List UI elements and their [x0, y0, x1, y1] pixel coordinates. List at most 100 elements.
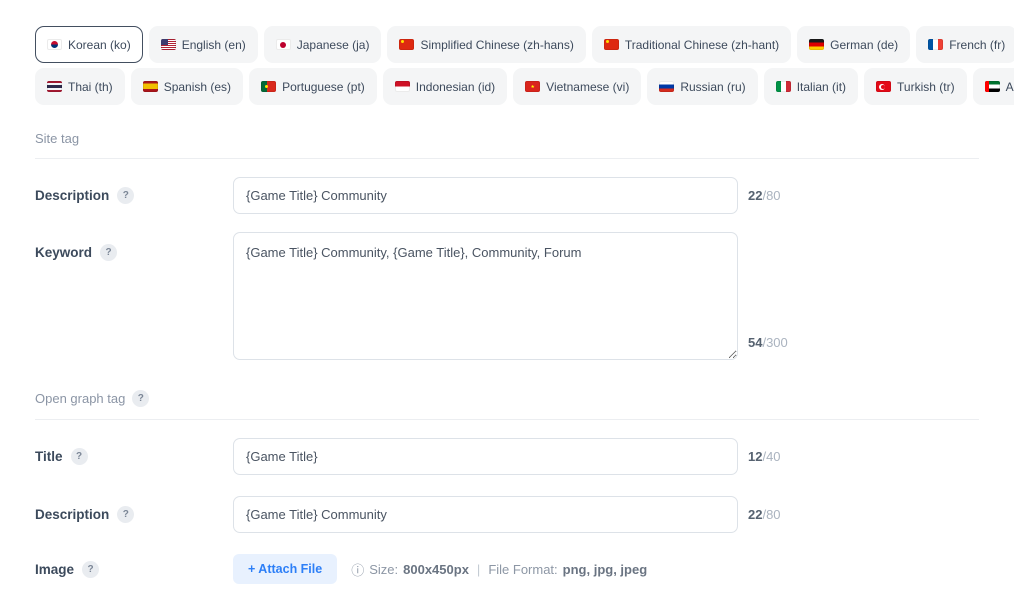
image-format-value: png, jpg, jpeg [563, 562, 648, 577]
flag-indonesia-icon [395, 81, 410, 92]
language-tabs-row-1: Korean (ko) English (en) Japanese (ja) S… [35, 26, 979, 63]
language-pill-label: Portuguese (pt) [282, 80, 365, 94]
section-divider [35, 158, 979, 159]
language-pill-thai[interactable]: Thai (th) [35, 68, 125, 105]
flag-china-icon [399, 39, 414, 50]
char-count-limit: /80 [762, 507, 780, 522]
language-pill-turkish[interactable]: Turkish (tr) [864, 68, 967, 105]
flag-italy-icon [776, 81, 791, 92]
site-description-label: Description [35, 188, 109, 203]
help-icon[interactable]: ? [100, 244, 117, 261]
language-pill-japanese[interactable]: Japanese (ja) [264, 26, 382, 63]
site-description-input[interactable] [233, 177, 738, 214]
site-description-label-group: Description ? [35, 187, 233, 204]
site-keyword-row: Keyword ? {Game Title} Community, {Game … [35, 232, 979, 360]
flag-russia-icon [659, 81, 674, 92]
og-image-label-group: Image ? [35, 561, 233, 578]
attach-file-button[interactable]: + Attach File [233, 554, 337, 584]
language-pill-label: Simplified Chinese (zh-hans) [420, 38, 573, 52]
info-icon: ⓘ [351, 560, 364, 579]
language-pill-label: Vietnamese (vi) [546, 80, 629, 94]
flag-korea-icon [47, 39, 62, 50]
og-title-row: Title ? 12/40 [35, 438, 979, 475]
language-pill-vietnamese[interactable]: Vietnamese (vi) [513, 68, 641, 105]
char-counter: 22/80 [748, 188, 781, 203]
help-icon[interactable]: ? [117, 506, 134, 523]
language-pill-simplified-chinese[interactable]: Simplified Chinese (zh-hans) [387, 26, 585, 63]
language-tabs: Korean (ko) English (en) Japanese (ja) S… [35, 26, 979, 105]
flag-portugal-icon [261, 81, 276, 92]
language-pill-label: Spanish (es) [164, 80, 231, 94]
language-pill-german[interactable]: German (de) [797, 26, 910, 63]
flag-usa-icon [161, 39, 176, 50]
language-pill-russian[interactable]: Russian (ru) [647, 68, 757, 105]
open-graph-heading-label: Open graph tag [35, 391, 125, 406]
image-format-label: File Format: [488, 562, 557, 577]
char-count-current: 54 [748, 335, 762, 350]
char-count-limit: /300 [762, 335, 787, 350]
language-pill-label: English (en) [182, 38, 246, 52]
language-pill-arabic[interactable]: Arabic (ar) [973, 68, 1014, 105]
flag-thailand-icon [47, 81, 62, 92]
language-pill-label: Japanese (ja) [297, 38, 370, 52]
language-pill-label: Indonesian (id) [416, 80, 495, 94]
language-pill-label: German (de) [830, 38, 898, 52]
language-pill-english[interactable]: English (en) [149, 26, 258, 63]
site-description-row: Description ? 22/80 [35, 177, 979, 214]
char-counter: 12/40 [748, 449, 781, 464]
language-pill-portuguese[interactable]: Portuguese (pt) [249, 68, 377, 105]
help-icon[interactable]: ? [117, 187, 134, 204]
og-image-label: Image [35, 562, 74, 577]
og-image-field: + Attach File ⓘ Size: 800x450px | File F… [233, 554, 647, 584]
char-counter: 22/80 [748, 507, 781, 522]
language-pill-korean[interactable]: Korean (ko) [35, 26, 143, 63]
og-description-label-group: Description ? [35, 506, 233, 523]
open-graph-section-heading: Open graph tag ? [35, 390, 979, 407]
og-title-label: Title [35, 449, 63, 464]
language-pill-label: Russian (ru) [680, 80, 745, 94]
flag-germany-icon [809, 39, 824, 50]
language-pill-label: Thai (th) [68, 80, 113, 94]
char-count-limit: /40 [762, 449, 780, 464]
help-icon[interactable]: ? [71, 448, 88, 465]
og-description-row: Description ? 22/80 [35, 496, 979, 533]
site-tag-heading-label: Site tag [35, 131, 79, 146]
og-title-input[interactable] [233, 438, 738, 475]
language-pill-spanish[interactable]: Spanish (es) [131, 68, 243, 105]
language-pill-french[interactable]: French (fr) [916, 26, 1014, 63]
help-icon[interactable]: ? [132, 390, 149, 407]
site-keyword-label-group: Keyword ? [35, 232, 233, 261]
language-pill-label: Korean (ko) [68, 38, 131, 52]
language-pill-indonesian[interactable]: Indonesian (id) [383, 68, 507, 105]
char-count-limit: /80 [762, 188, 780, 203]
site-tag-section-heading: Site tag [35, 131, 979, 146]
language-pill-label: Arabic (ar) [1006, 80, 1014, 94]
site-keyword-label: Keyword [35, 245, 92, 260]
flag-turkey-icon [876, 81, 891, 92]
language-pill-italian[interactable]: Italian (it) [764, 68, 858, 105]
char-count-current: 22 [748, 188, 762, 203]
language-pill-label: Traditional Chinese (zh-hant) [625, 38, 779, 52]
site-keyword-textarea[interactable]: {Game Title} Community, {Game Title}, Co… [233, 232, 738, 360]
og-title-label-group: Title ? [35, 448, 233, 465]
image-requirements-text: ⓘ Size: 800x450px | File Format: png, jp… [351, 560, 647, 579]
flag-china-icon [604, 39, 619, 50]
language-pill-label: Turkish (tr) [897, 80, 955, 94]
image-size-label: Size: [369, 562, 398, 577]
flag-uae-icon [985, 81, 1000, 92]
section-divider [35, 419, 979, 420]
og-description-input[interactable] [233, 496, 738, 533]
language-pill-label: French (fr) [949, 38, 1005, 52]
flag-france-icon [928, 39, 943, 50]
char-count-current: 12 [748, 449, 762, 464]
image-size-value: 800x450px [403, 562, 469, 577]
language-pill-traditional-chinese[interactable]: Traditional Chinese (zh-hant) [592, 26, 791, 63]
char-count-current: 22 [748, 507, 762, 522]
seo-settings-page: Korean (ko) English (en) Japanese (ja) S… [0, 0, 1014, 584]
info-separator: | [474, 562, 483, 577]
help-icon[interactable]: ? [82, 561, 99, 578]
language-pill-label: Italian (it) [797, 80, 846, 94]
flag-japan-icon [276, 39, 291, 50]
flag-vietnam-icon [525, 81, 540, 92]
flag-spain-icon [143, 81, 158, 92]
